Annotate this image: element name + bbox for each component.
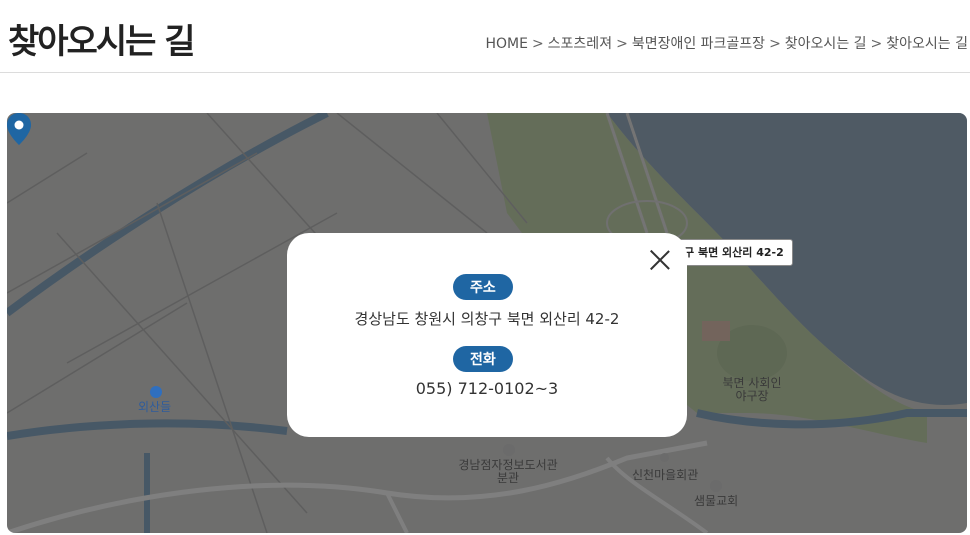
map-label-oesandeul[interactable]: 외산들 — [138, 401, 171, 414]
map-label-library[interactable]: 경남점자정보도서관 분관 — [453, 459, 563, 485]
page-header: 찾아오시는 길 HOME > 스포츠레져 > 북면장애인 파크골프장 > 찾아오시는 길 > 찾… — [0, 0, 970, 73]
page-title: 찾아오시는 길 — [8, 22, 196, 62]
map-pin-icon[interactable] — [7, 113, 31, 145]
breadcrumb-home[interactable]: HOME — [485, 36, 527, 52]
breadcrumb-separator: > — [769, 36, 781, 52]
breadcrumb-separator: > — [531, 36, 544, 52]
map-label-baseball-field[interactable]: 북면 사회인야구장 — [722, 377, 782, 403]
address-badge: 주소 — [453, 274, 513, 300]
map-label-church[interactable]: 샘물교회 — [694, 495, 738, 508]
breadcrumb-sports[interactable]: 스포츠레져 — [548, 36, 612, 52]
breadcrumb-current[interactable]: 찾아오시는 길 — [886, 36, 968, 52]
building-icon — [660, 453, 669, 462]
close-icon[interactable] — [649, 249, 671, 271]
breadcrumb-park-golf[interactable]: 북면장애인 파크골프장 — [632, 36, 765, 52]
library-icon — [503, 444, 515, 456]
location-info-popup: 주소 경상남도 창원시 의창구 북면 외산리 42-2 전화 055) 712-… — [287, 233, 687, 437]
breadcrumb-directions[interactable]: 찾아오시는 길 — [785, 36, 867, 52]
address-text: 경상남도 창원시 의창구 북면 외산리 42-2 — [354, 310, 620, 328]
marker-address-label[interactable]: 구 북면 외산리 42-2 — [675, 239, 793, 266]
place-icon — [150, 386, 162, 398]
breadcrumb: HOME > 스포츠레져 > 북면장애인 파크골프장 > 찾아오시는 길 > 찾아오시는 길 — [485, 33, 968, 53]
phone-badge: 전화 — [453, 346, 513, 372]
church-icon — [710, 480, 722, 492]
breadcrumb-separator: > — [616, 36, 628, 52]
phone-text: 055) 712-0102~3 — [415, 379, 559, 398]
breadcrumb-separator: > — [870, 36, 883, 52]
map-label-village-hall[interactable]: 신천마을회관 — [632, 469, 698, 482]
